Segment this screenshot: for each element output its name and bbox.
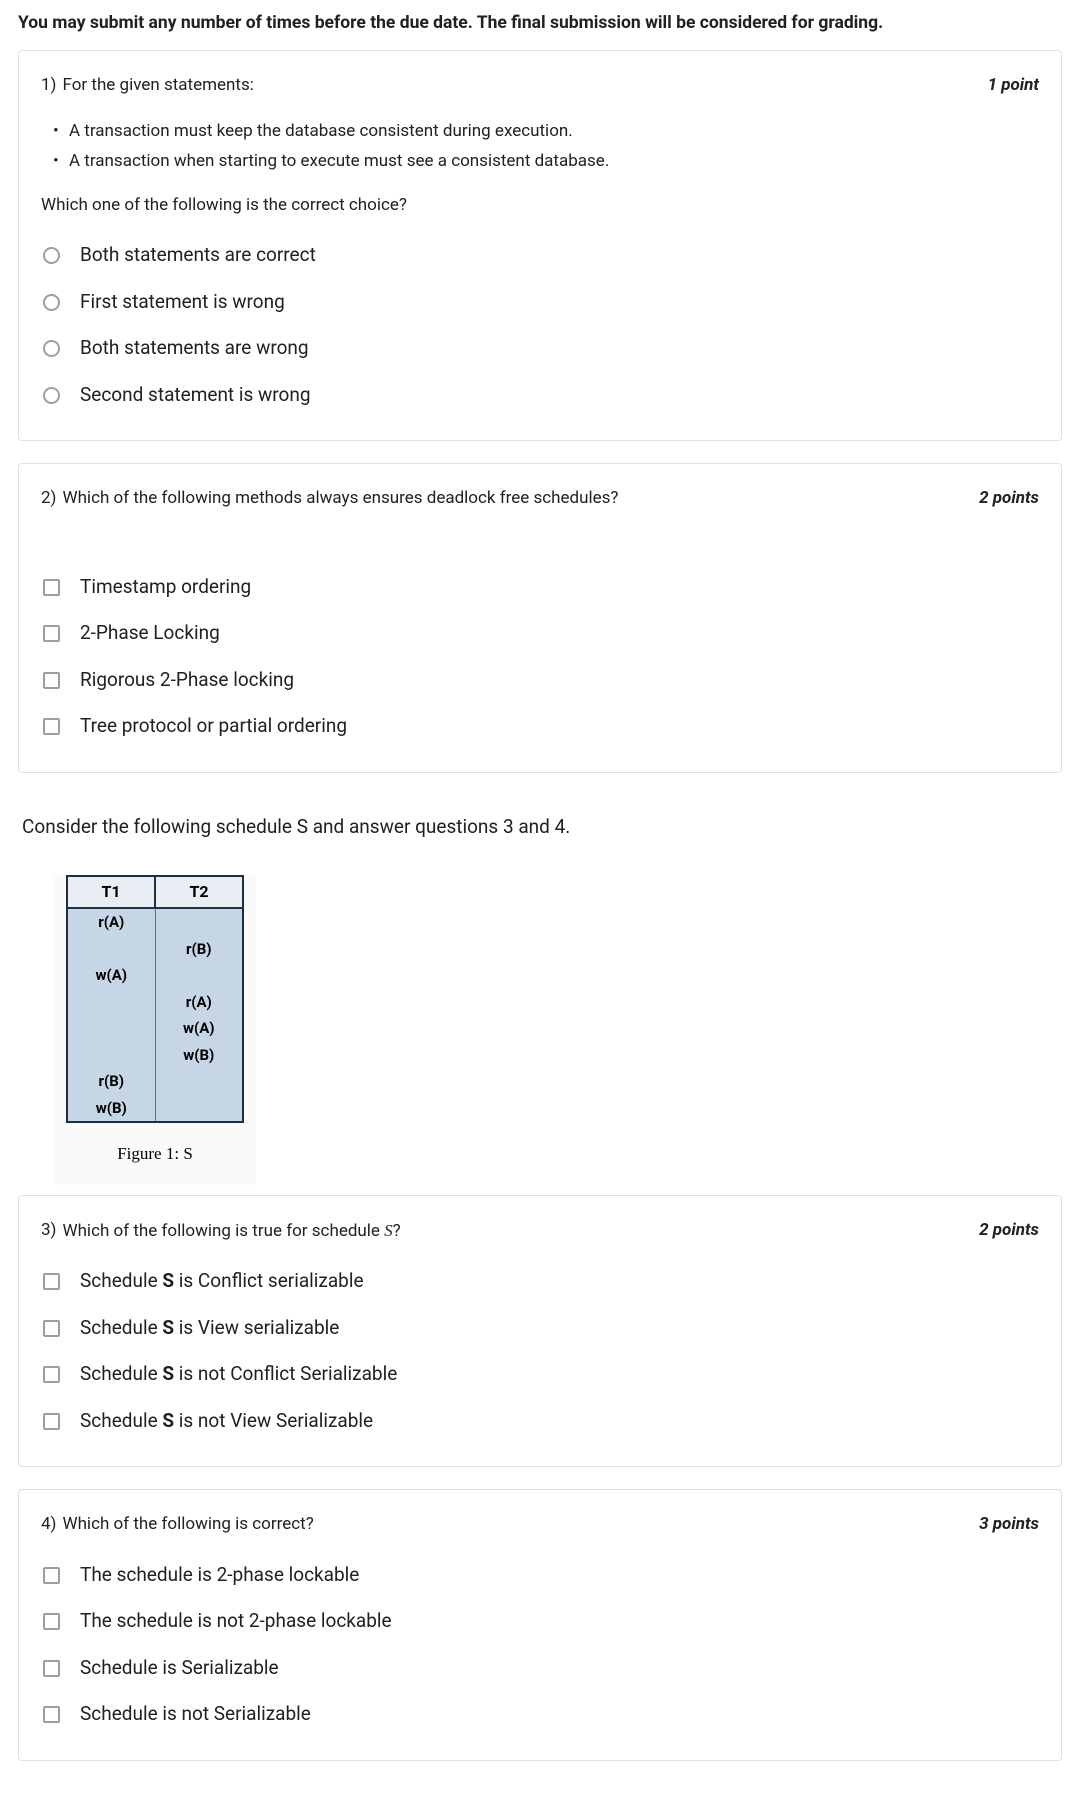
cell: r(A): [155, 989, 243, 1016]
question-3: 3) Which of the following is true for sc…: [18, 1195, 1062, 1468]
q3-option-0-label: Schedule S is Conflict serializable: [80, 1267, 364, 1296]
q1-prompt: For the given statements:: [62, 73, 253, 99]
q1-option-2[interactable]: Both statements are wrong: [41, 325, 1039, 372]
cell: [67, 989, 155, 1016]
q4-option-0-label: The schedule is 2-phase lockable: [80, 1561, 359, 1590]
q2-option-2[interactable]: Rigorous 2-Phase locking: [41, 657, 1039, 704]
cell: r(B): [155, 936, 243, 963]
q1-points: 1 point: [988, 73, 1039, 99]
q2-option-0[interactable]: Timestamp ordering: [41, 564, 1039, 611]
q2-option-3-label: Tree protocol or partial ordering: [80, 712, 347, 741]
checkbox-icon[interactable]: [43, 1320, 60, 1337]
q1-option-1[interactable]: First statement is wrong: [41, 279, 1039, 326]
question-2: 2) Which of the following methods always…: [18, 463, 1062, 773]
q1-bullet-0: A transaction must keep the database con…: [59, 119, 1039, 145]
q4-option-1[interactable]: The schedule is not 2-phase lockable: [41, 1598, 1039, 1645]
q3-option-3-label: Schedule S is not View Serializable: [80, 1407, 373, 1436]
q2-number: 2): [41, 486, 56, 512]
q1-option-0[interactable]: Both statements are correct: [41, 232, 1039, 279]
q3-option-2-label: Schedule S is not Conflict Serializable: [80, 1360, 397, 1389]
cell: r(A): [67, 908, 155, 936]
q3-option-0[interactable]: Schedule S is Conflict serializable: [41, 1258, 1039, 1305]
radio-icon[interactable]: [43, 340, 60, 357]
cell: [67, 1015, 155, 1042]
cell: r(B): [67, 1068, 155, 1095]
q2-option-2-label: Rigorous 2-Phase locking: [80, 666, 294, 695]
checkbox-icon[interactable]: [43, 672, 60, 689]
q3-prompt-pre: Which of the following is true for sched…: [62, 1221, 384, 1241]
q3-option-1-label: Schedule S is View serializable: [80, 1314, 339, 1343]
radio-icon[interactable]: [43, 387, 60, 404]
cell: [67, 936, 155, 963]
cell: w(B): [155, 1042, 243, 1069]
submission-instruction: You may submit any number of times befor…: [18, 0, 1062, 50]
q3-prompt-italic: S: [384, 1221, 393, 1240]
checkbox-icon[interactable]: [43, 718, 60, 735]
q4-points: 3 points: [979, 1512, 1039, 1538]
q3-points: 2 points: [979, 1218, 1039, 1244]
q3-option-2[interactable]: Schedule S is not Conflict Serializable: [41, 1351, 1039, 1398]
figure-caption: Figure 1: S: [66, 1141, 244, 1167]
q1-subprompt: Which one of the following is the correc…: [41, 193, 1039, 219]
schedule-figure: T1 T2 r(A) r(B) w(A) r(A) w(A) w(B) r(B)…: [54, 875, 256, 1185]
cell: [155, 1068, 243, 1095]
checkbox-icon[interactable]: [43, 1273, 60, 1290]
q2-prompt: Which of the following methods always en…: [62, 486, 618, 512]
q2-option-3[interactable]: Tree protocol or partial ordering: [41, 703, 1039, 750]
checkbox-icon[interactable]: [43, 1660, 60, 1677]
q4-prompt: Which of the following is correct?: [62, 1512, 313, 1538]
q1-option-0-label: Both statements are correct: [80, 241, 316, 270]
cell: [155, 908, 243, 936]
radio-icon[interactable]: [43, 294, 60, 311]
checkbox-icon[interactable]: [43, 625, 60, 642]
cell: [155, 1095, 243, 1123]
schedule-header-t1: T1: [67, 876, 155, 908]
q1-bullet-1: A transaction when starting to execute m…: [59, 149, 1039, 175]
q1-option-2-label: Both statements are wrong: [80, 334, 309, 363]
radio-icon[interactable]: [43, 247, 60, 264]
question-1: 1) For the given statements: 1 point A t…: [18, 50, 1062, 441]
cell: [155, 962, 243, 989]
checkbox-icon[interactable]: [43, 1706, 60, 1723]
schedule-intro-text: Consider the following schedule S and an…: [18, 795, 1062, 860]
q3-option-1[interactable]: Schedule S is View serializable: [41, 1305, 1039, 1352]
q4-option-2[interactable]: Schedule is Serializable: [41, 1645, 1039, 1692]
q4-number: 4): [41, 1512, 56, 1538]
q2-option-1[interactable]: 2-Phase Locking: [41, 610, 1039, 657]
question-4: 4) Which of the following is correct? 3 …: [18, 1489, 1062, 1761]
q3-number: 3): [41, 1218, 56, 1245]
q4-option-3[interactable]: Schedule is not Serializable: [41, 1691, 1039, 1738]
q4-option-1-label: The schedule is not 2-phase lockable: [80, 1607, 392, 1636]
checkbox-icon[interactable]: [43, 1366, 60, 1383]
q3-prompt-post: ?: [393, 1221, 401, 1241]
cell: [67, 1042, 155, 1069]
schedule-header-t2: T2: [155, 876, 243, 908]
q2-points: 2 points: [979, 486, 1039, 512]
checkbox-icon[interactable]: [43, 1613, 60, 1630]
q1-option-3-label: Second statement is wrong: [80, 381, 311, 410]
q1-option-3[interactable]: Second statement is wrong: [41, 372, 1039, 419]
q1-option-1-label: First statement is wrong: [80, 288, 285, 317]
cell: w(A): [67, 962, 155, 989]
schedule-table: T1 T2 r(A) r(B) w(A) r(A) w(A) w(B) r(B)…: [66, 875, 244, 1123]
q2-option-0-label: Timestamp ordering: [80, 573, 251, 602]
q3-option-3[interactable]: Schedule S is not View Serializable: [41, 1398, 1039, 1445]
checkbox-icon[interactable]: [43, 579, 60, 596]
checkbox-icon[interactable]: [43, 1413, 60, 1430]
cell: w(B): [67, 1095, 155, 1123]
checkbox-icon[interactable]: [43, 1567, 60, 1584]
q3-prompt: Which of the following is true for sched…: [62, 1218, 400, 1245]
q4-option-0[interactable]: The schedule is 2-phase lockable: [41, 1552, 1039, 1599]
cell: w(A): [155, 1015, 243, 1042]
q4-option-3-label: Schedule is not Serializable: [80, 1700, 311, 1729]
q2-option-1-label: 2-Phase Locking: [80, 619, 220, 648]
q4-option-2-label: Schedule is Serializable: [80, 1654, 279, 1683]
q1-number: 1): [41, 73, 56, 99]
